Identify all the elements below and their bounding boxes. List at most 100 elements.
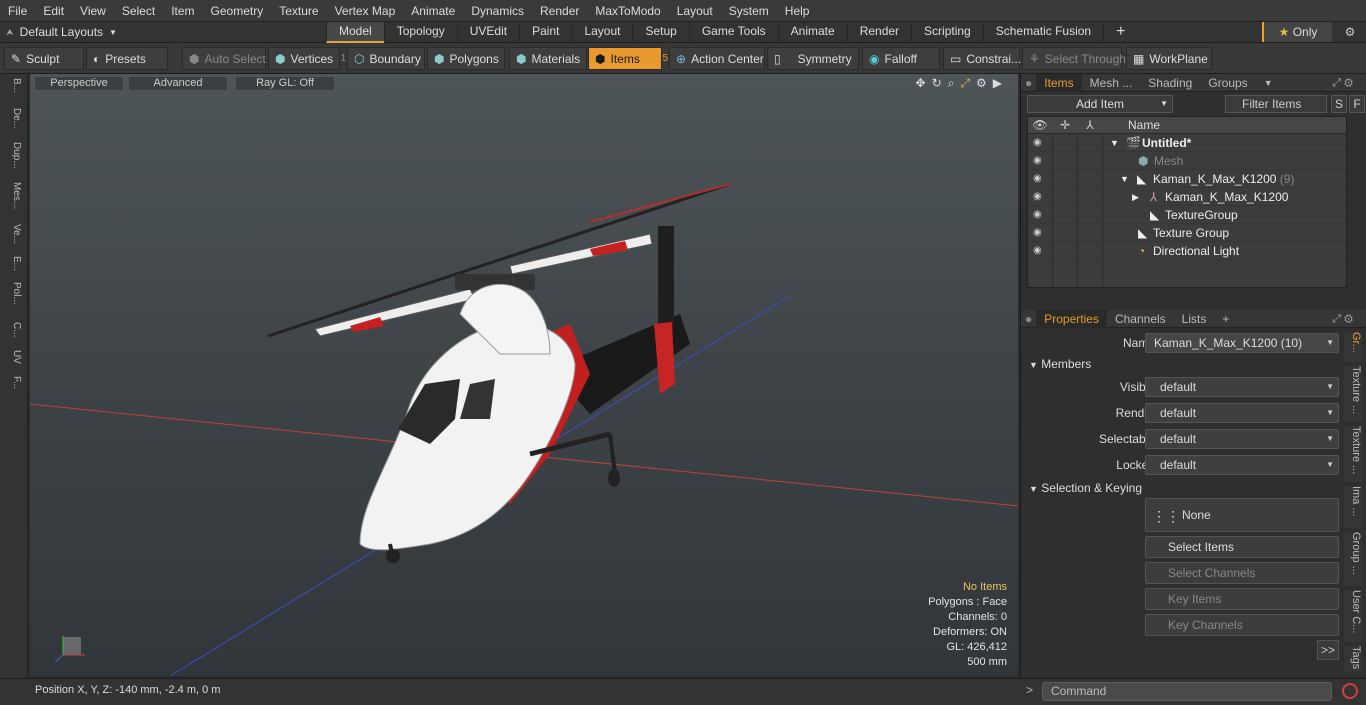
constraints-button[interactable]: ▭ Constrai... <box>943 47 1021 70</box>
members-section[interactable]: ▼ Members <box>1029 355 1347 373</box>
menu-system[interactable]: System <box>721 0 777 22</box>
visible-select[interactable]: default <box>1145 377 1339 397</box>
select-channels-button[interactable]: Select Channels <box>1145 562 1339 584</box>
add-tab-button[interactable]: + <box>1103 21 1129 43</box>
left-tab-5[interactable]: E... <box>4 256 22 278</box>
tab-groups[interactable]: Groups <box>1200 74 1255 92</box>
menu-item[interactable]: Item <box>163 0 202 22</box>
auto-select-button[interactable]: ⬢ Auto Select <box>182 47 266 70</box>
workplane-button[interactable]: ▦ WorkPlane <box>1126 47 1212 70</box>
tab-items[interactable]: Items <box>1036 73 1082 92</box>
side-tab-group[interactable]: Gr... <box>1344 332 1362 362</box>
tab-uvedit[interactable]: UVEdit <box>456 21 519 43</box>
only-button[interactable]: ★ Only <box>1262 22 1332 42</box>
panel-expand-icon[interactable]: ⤢ ⚙ <box>1324 74 1361 92</box>
tree-row-kaman-group[interactable]: ◉ ▼ ◣ Kaman_K_Max_K1200 (9) <box>1028 170 1346 188</box>
menu-animate[interactable]: Animate <box>403 0 463 22</box>
action-center-button[interactable]: ⊕ Action Center <box>669 47 765 70</box>
materials-button[interactable]: ⬢ Materials <box>509 47 587 70</box>
eye-column-icon[interactable]: 👁 <box>1028 118 1052 132</box>
tree-row-texturegroup[interactable]: ◉ ◣ TextureGroup <box>1028 206 1346 224</box>
layout-selector[interactable]: ⮝ Default Layouts ▼ <box>0 25 170 39</box>
left-tab-7[interactable]: C... <box>4 322 22 346</box>
select-items-button[interactable]: Select Items <box>1145 536 1339 558</box>
type-column-icon[interactable]: ⅄ <box>1078 118 1102 132</box>
left-tab-3[interactable]: Mes... <box>4 182 22 220</box>
side-tab-group-b[interactable]: Group ... <box>1344 532 1362 586</box>
tab-scripting[interactable]: Scripting <box>911 21 983 43</box>
side-tab-tags[interactable]: Tags <box>1344 646 1362 672</box>
key-items-button[interactable]: Key Items <box>1145 588 1339 610</box>
chevron-down-icon[interactable]: ▼ <box>1256 74 1281 92</box>
s-button[interactable]: S <box>1331 95 1347 113</box>
side-tab-user-channels[interactable]: User C... <box>1344 590 1362 642</box>
visibility-eye-icon[interactable]: ◉ <box>1033 206 1042 224</box>
sculpt-button[interactable]: ✎ Sculpt <box>4 47 84 70</box>
falloff-button[interactable]: ◉ Falloff <box>862 47 940 70</box>
tree-row-untitled[interactable]: ◉ ▼ 🎬 Untitled* <box>1028 134 1346 152</box>
visibility-eye-icon[interactable]: ◉ <box>1033 134 1042 152</box>
left-tab-6[interactable]: Pol... <box>4 282 22 318</box>
expand-icon[interactable]: ▼ <box>1120 170 1129 188</box>
expand-icon[interactable]: ▼ <box>1110 134 1119 152</box>
tree-row-directional-light[interactable]: ◉ ◔ Directional Light <box>1028 242 1346 260</box>
filter-items-input[interactable]: Filter Items <box>1225 95 1327 113</box>
left-tab-1[interactable]: De... <box>4 108 22 138</box>
tab-setup[interactable]: Setup <box>632 21 688 43</box>
3d-viewport[interactable]: Perspective Advanced Ray GL: Off ✥ ↻ ⌕ ⤢… <box>30 74 1018 676</box>
presets-button[interactable]: ◐ Presets <box>86 47 168 70</box>
items-button[interactable]: ⬢ Items 5 <box>588 47 668 70</box>
f-button[interactable]: F <box>1349 95 1365 113</box>
tree-row-texture-group[interactable]: ◉ ◣ Texture Group <box>1028 224 1346 242</box>
tab-animate[interactable]: Animate <box>777 21 847 43</box>
add-item-button[interactable]: Add Item ▼ <box>1027 95 1173 113</box>
visibility-eye-icon[interactable]: ◉ <box>1033 224 1042 242</box>
select-through-button[interactable]: ⚘ Select Through <box>1022 47 1126 70</box>
tab-paint[interactable]: Paint <box>519 21 571 43</box>
gear-icon[interactable]: ⚙ <box>1340 22 1360 42</box>
left-tab-2[interactable]: Dup... <box>4 142 22 178</box>
menu-view[interactable]: View <box>72 0 114 22</box>
left-tab-4[interactable]: Ve... <box>4 224 22 252</box>
menu-vertex-map[interactable]: Vertex Map <box>327 0 404 22</box>
selection-keying-section[interactable]: ▼ Selection & Keying <box>1029 479 1347 497</box>
boundary-button[interactable]: ⬡ Boundary <box>347 47 425 70</box>
menu-maxtomodo[interactable]: MaxToModo <box>587 0 668 22</box>
side-tab-texture-a[interactable]: Texture ... <box>1344 366 1362 422</box>
left-tab-9[interactable]: F... <box>4 376 22 400</box>
selectable-select[interactable]: default <box>1145 429 1339 449</box>
menu-edit[interactable]: Edit <box>35 0 72 22</box>
tab-render[interactable]: Render <box>846 21 911 43</box>
tab-game-tools[interactable]: Game Tools <box>688 21 778 43</box>
tab-schematic-fusion[interactable]: Schematic Fusion <box>982 21 1103 43</box>
name-field[interactable]: Kaman_K_Max_K1200 (10) <box>1145 333 1339 353</box>
side-tab-texture-b[interactable]: Texture ... <box>1344 426 1362 482</box>
vertices-button[interactable]: ⬢ Vertices 1 <box>268 47 346 70</box>
record-icon[interactable] <box>1342 683 1358 699</box>
visibility-eye-icon[interactable]: ◉ <box>1033 152 1042 170</box>
symmetry-button[interactable]: ▯ Symmetry <box>767 47 859 70</box>
tab-layout[interactable]: Layout <box>571 21 632 43</box>
side-tab-image[interactable]: Ima ... <box>1344 486 1362 528</box>
tree-row-kaman-locator[interactable]: ◉ ▶ ⅄ Kaman_K_Max_K1200 <box>1028 188 1346 206</box>
menu-geometry[interactable]: Geometry <box>203 0 272 22</box>
tab-model[interactable]: Model <box>326 21 384 43</box>
menu-help[interactable]: Help <box>777 0 818 22</box>
locked-select[interactable]: default <box>1145 455 1339 475</box>
visibility-eye-icon[interactable]: ◉ <box>1033 242 1042 260</box>
lock-column-icon[interactable]: ✛ <box>1053 118 1077 132</box>
menu-select[interactable]: Select <box>114 0 163 22</box>
none-button[interactable]: ⋮⋮ None <box>1145 498 1339 532</box>
render-select[interactable]: default <box>1145 403 1339 423</box>
menu-texture[interactable]: Texture <box>271 0 326 22</box>
more-button[interactable]: >> <box>1317 640 1339 660</box>
left-tab-0[interactable]: B... <box>4 78 22 104</box>
tree-row-mesh[interactable]: ◉ ⬢ Mesh <box>1028 152 1346 170</box>
expand-icon[interactable]: ▶ <box>1132 188 1139 206</box>
tab-shading[interactable]: Shading <box>1140 74 1200 92</box>
menu-dynamics[interactable]: Dynamics <box>463 0 532 22</box>
command-input[interactable]: Command <box>1042 682 1332 701</box>
key-channels-button[interactable]: Key Channels <box>1145 614 1339 636</box>
polygons-button[interactable]: ⬢ Polygons <box>427 47 505 70</box>
tab-topology[interactable]: Topology <box>383 21 457 43</box>
